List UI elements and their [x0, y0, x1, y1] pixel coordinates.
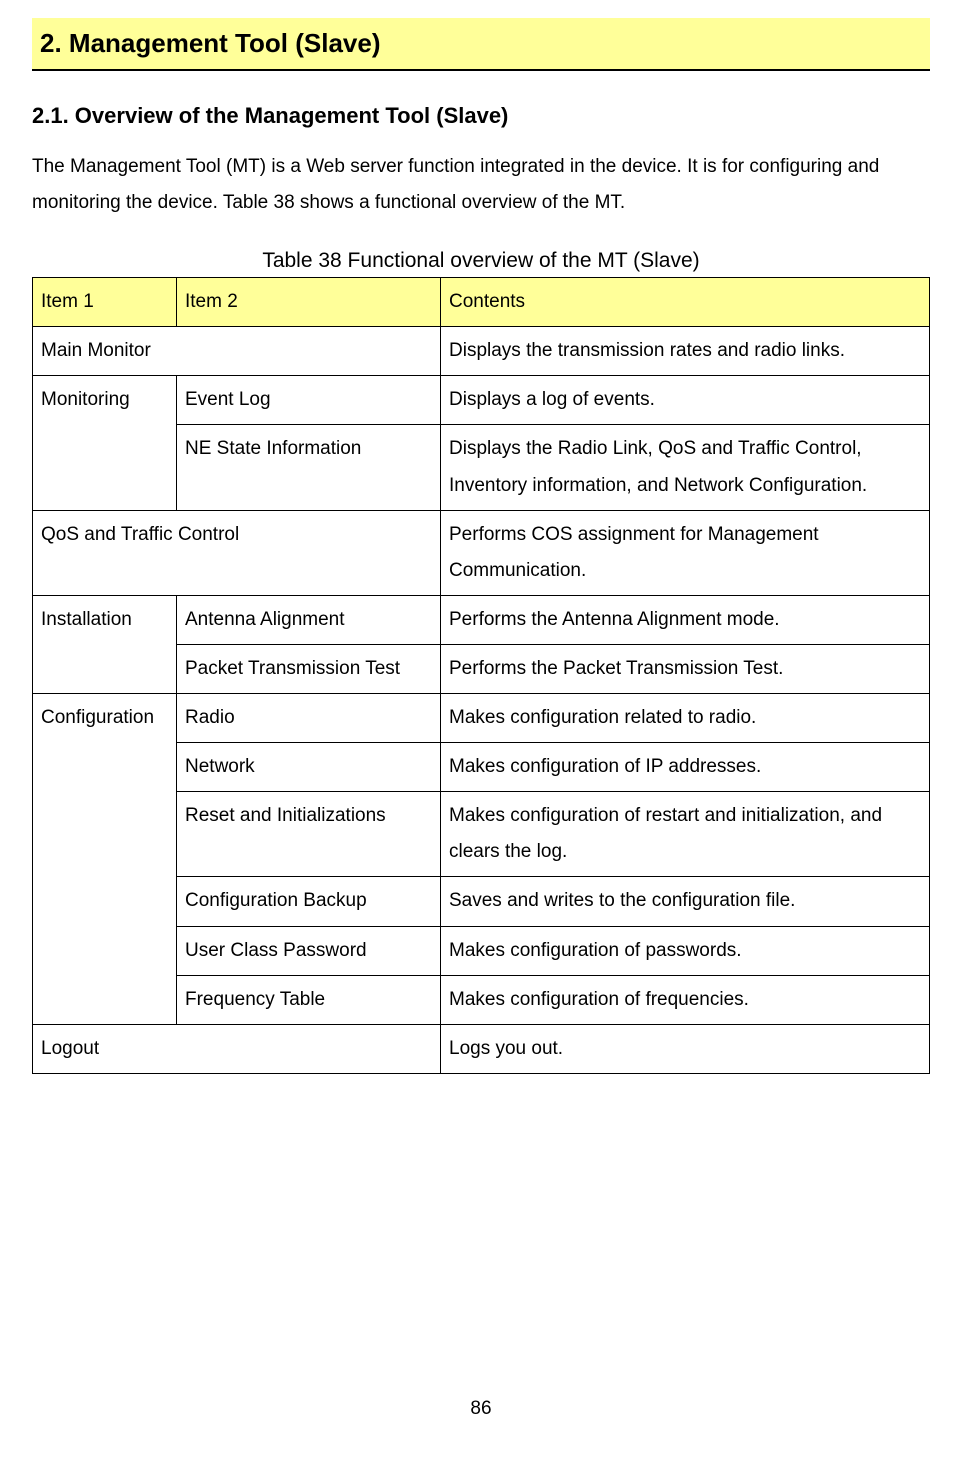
cell-monitoring: Monitoring: [33, 376, 177, 510]
cell-configuration: Configuration: [33, 694, 177, 1025]
cell-logout: Logout: [33, 1024, 441, 1073]
cell-reset: Reset and Initializations: [177, 792, 441, 877]
cell-packet-contents: Performs the Packet Transmission Test.: [441, 644, 930, 693]
table-row: Installation Antenna Alignment Performs …: [33, 595, 930, 644]
header-contents: Contents: [441, 278, 930, 327]
header-item1: Item 1: [33, 278, 177, 327]
chapter-heading: 2. Management Tool (Slave): [32, 18, 930, 71]
cell-password: User Class Password: [177, 926, 441, 975]
cell-packet: Packet Transmission Test: [177, 644, 441, 693]
cell-frequency-contents: Makes configuration of frequencies.: [441, 975, 930, 1024]
overview-table: Item 1 Item 2 Contents Main Monitor Disp…: [32, 277, 930, 1074]
cell-main-monitor-contents: Displays the transmission rates and radi…: [441, 327, 930, 376]
header-item2: Item 2: [177, 278, 441, 327]
cell-network-contents: Makes configuration of IP addresses.: [441, 743, 930, 792]
section-heading: 2.1. Overview of the Management Tool (Sl…: [32, 103, 930, 129]
cell-installation: Installation: [33, 595, 177, 693]
cell-reset-contents: Makes configuration of restart and initi…: [441, 792, 930, 877]
cell-ne-state-contents: Displays the Radio Link, QoS and Traffic…: [441, 425, 930, 510]
cell-backup: Configuration Backup: [177, 877, 441, 926]
table-header-row: Item 1 Item 2 Contents: [33, 278, 930, 327]
table-row: Main Monitor Displays the transmission r…: [33, 327, 930, 376]
table-row: Monitoring Event Log Displays a log of e…: [33, 376, 930, 425]
cell-password-contents: Makes configuration of passwords.: [441, 926, 930, 975]
cell-event-log: Event Log: [177, 376, 441, 425]
table-row: Logout Logs you out.: [33, 1024, 930, 1073]
cell-antenna: Antenna Alignment: [177, 595, 441, 644]
cell-network: Network: [177, 743, 441, 792]
cell-qos-contents: Performs COS assignment for Management C…: [441, 510, 930, 595]
table-row: Configuration Radio Makes configuration …: [33, 694, 930, 743]
cell-qos: QoS and Traffic Control: [33, 510, 441, 595]
cell-antenna-contents: Performs the Antenna Alignment mode.: [441, 595, 930, 644]
intro-paragraph: The Management Tool (MT) is a Web server…: [32, 149, 930, 221]
cell-logout-contents: Logs you out.: [441, 1024, 930, 1073]
cell-radio: Radio: [177, 694, 441, 743]
page-number: 86: [0, 1398, 962, 1420]
cell-frequency: Frequency Table: [177, 975, 441, 1024]
table-caption: Table 38 Functional overview of the MT (…: [32, 249, 930, 273]
cell-radio-contents: Makes configuration related to radio.: [441, 694, 930, 743]
cell-ne-state: NE State Information: [177, 425, 441, 510]
table-row: QoS and Traffic Control Performs COS ass…: [33, 510, 930, 595]
cell-backup-contents: Saves and writes to the configuration fi…: [441, 877, 930, 926]
cell-main-monitor: Main Monitor: [33, 327, 441, 376]
cell-event-log-contents: Displays a log of events.: [441, 376, 930, 425]
